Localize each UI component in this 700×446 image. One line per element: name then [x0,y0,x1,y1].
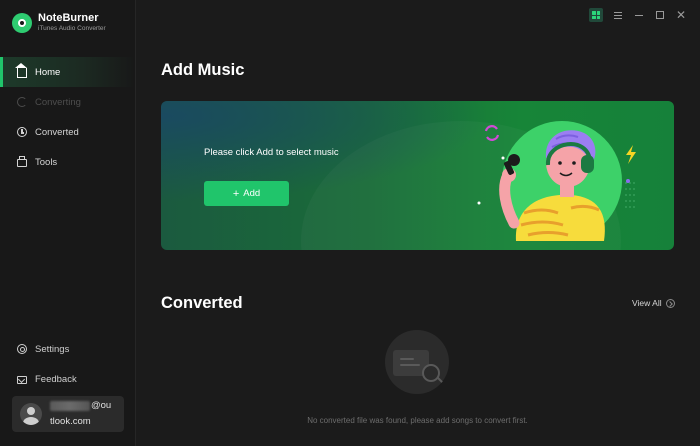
sidebar: NoteBurner iTunes Audio Converter Home C… [0,0,136,446]
sidebar-item-label: Feedback [35,373,77,385]
empty-state-icon [385,330,449,394]
add-button-label: Add [243,188,261,199]
sidebar-nav: Home Converting Converted Tools [0,57,135,177]
sidebar-item-label: Converted [35,126,79,138]
view-all-link[interactable]: View All [632,298,675,308]
account-email-domain: tlook.com [50,416,91,427]
sidebar-item-home[interactable]: Home [0,57,135,87]
sidebar-item-label: Tools [35,156,58,168]
empty-state-message: No converted file was found, please add … [307,416,528,425]
add-music-banner: Please click Add to select music + Add [161,101,674,250]
settings-icon [17,344,27,354]
grid-view-icon[interactable] [589,8,603,22]
sidebar-item-tools[interactable]: Tools [0,147,135,177]
maximize-icon[interactable] [653,8,667,22]
redacted-email-blur [50,401,90,411]
sidebar-item-label: Converting [35,96,81,108]
minimize-icon[interactable] [632,8,646,22]
converting-icon [17,97,27,107]
sidebar-item-label: Home [35,66,61,78]
account-card[interactable]: @ou tlook.com [12,396,124,432]
toolbox-icon [17,156,27,167]
sidebar-item-converted[interactable]: Converted [0,117,135,147]
refresh-icon [484,125,500,141]
music-listener-illustration [477,121,636,241]
avatar [20,403,42,425]
noteburner-logo-icon [12,12,32,33]
add-button[interactable]: + Add [204,181,289,206]
sidebar-bottom-nav: Settings Feedback [0,334,135,394]
sidebar-item-settings[interactable]: Settings [0,334,135,364]
close-icon[interactable]: ✕ [674,8,688,22]
converted-title: Converted [161,294,243,312]
banner-instruction: Please click Add to select music [204,147,339,158]
account-email: @ou tlook.com [50,398,120,430]
brand: NoteBurner iTunes Audio Converter [12,12,106,33]
account-email-suffix: @ou [91,400,112,411]
view-all-label: View All [632,298,662,308]
menu-icon[interactable] [611,8,625,22]
app-subtitle: iTunes Audio Converter [38,25,106,32]
home-icon [15,63,27,78]
feedback-icon [17,376,27,384]
app-name: NoteBurner [38,12,99,24]
sidebar-item-label: Settings [35,343,70,355]
sidebar-item-converting[interactable]: Converting [0,87,135,117]
plus-icon: + [232,187,240,200]
clock-icon [17,127,27,137]
magnifier-icon [422,364,440,382]
add-music-title: Add Music [161,61,245,79]
sidebar-item-feedback[interactable]: Feedback [0,364,135,394]
chevron-right-icon [665,298,675,308]
window-controls: ✕ [560,0,700,30]
lightning-icon [626,145,636,164]
